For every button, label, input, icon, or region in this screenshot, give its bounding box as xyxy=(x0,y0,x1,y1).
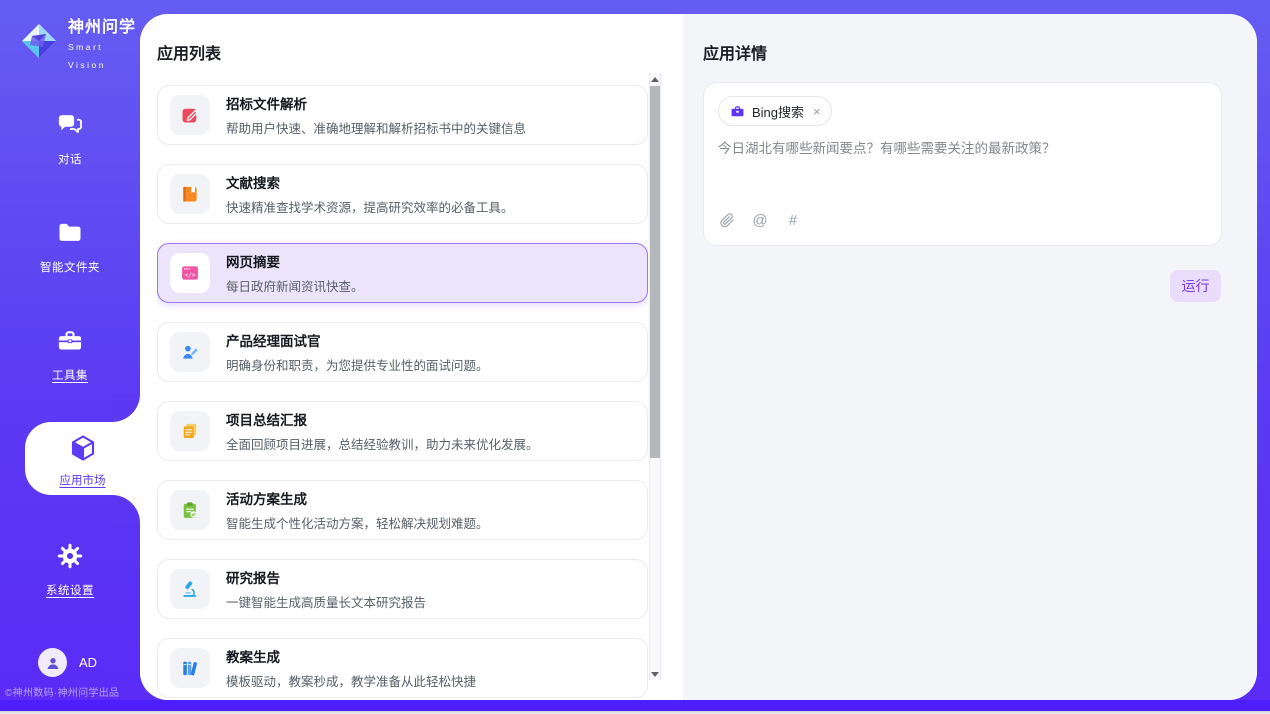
bottom-accent-bar xyxy=(0,700,1270,711)
scroll-down-arrow-icon[interactable] xyxy=(650,668,660,680)
app-desc: 一键智能生成高质量长文本研究报告 xyxy=(226,592,426,611)
sidebar-item-label: 应用市场 xyxy=(25,472,140,488)
hashtag-icon[interactable]: # xyxy=(784,211,802,229)
folder-icon xyxy=(0,219,140,252)
active-tab-curve-bottom xyxy=(112,495,140,523)
active-tab-curve-top xyxy=(112,394,140,422)
app-title: 网页摘要 xyxy=(226,251,364,271)
app-desc: 每日政府新闻资讯快查。 xyxy=(226,276,364,295)
app-window: 神州问学 Smart Vision 对话 智能文件夹 xyxy=(0,0,1270,714)
app-card-bid-document-parse[interactable]: 招标文件解析 帮助用户快速、准确地理解和解析招标书中的关键信息 xyxy=(157,85,648,145)
scrollbar[interactable] xyxy=(649,73,661,680)
app-card-literature-search[interactable]: 文献搜索 快速精准查找学术资源，提高研究效率的必备工具。 xyxy=(157,164,648,224)
sidebar: 神州问学 Smart Vision 对话 智能文件夹 xyxy=(0,0,140,700)
tool-tag-bing-search[interactable]: Bing搜索 × xyxy=(718,96,832,126)
book-icon xyxy=(170,174,210,214)
copyright-text: ©神州数码·神州问学出品 xyxy=(5,684,140,699)
paperclip-icon[interactable] xyxy=(718,211,736,229)
interviewer-icon xyxy=(170,332,210,372)
app-desc: 明确身份和职责，为您提供专业性的面试问题。 xyxy=(226,355,489,374)
briefcase-icon xyxy=(730,104,745,119)
edit-square-icon xyxy=(170,95,210,135)
brand-name: 神州问学 xyxy=(68,19,136,36)
brand-subtitle: Smart Vision xyxy=(68,42,106,70)
app-desc: 智能生成个性化活动方案，轻松解决规划难题。 xyxy=(226,513,489,532)
app-detail-title: 应用详情 xyxy=(703,40,767,64)
app-title: 招标文件解析 xyxy=(226,93,526,113)
user-account[interactable]: AD xyxy=(38,648,97,677)
sidebar-item-label: 系统设置 xyxy=(0,582,140,598)
brand-logo: 神州问学 Smart Vision xyxy=(18,13,140,73)
app-title: 研究报告 xyxy=(226,567,426,587)
app-list-title: 应用列表 xyxy=(157,40,221,64)
app-desc: 帮助用户快速、准确地理解和解析招标书中的关键信息 xyxy=(226,118,526,137)
app-detail-panel: 应用详情 Bing搜索 × xyxy=(683,14,1257,700)
close-icon[interactable]: × xyxy=(813,105,821,118)
run-button[interactable]: 运行 xyxy=(1170,270,1221,302)
sidebar-item-label: 对话 xyxy=(0,151,140,167)
app-title: 教案生成 xyxy=(226,646,476,666)
app-title: 文献搜索 xyxy=(226,172,514,192)
tool-tag-label: Bing搜索 xyxy=(752,102,804,121)
app-desc: 快速精准查找学术资源，提高研究效率的必备工具。 xyxy=(226,197,514,216)
app-card-lesson-plan[interactable]: 教案生成 模板驱动，教案秒成，教学准备从此轻松快捷 xyxy=(157,638,648,698)
sidebar-item-app-market[interactable]: 应用市场 xyxy=(25,422,140,495)
app-list: 招标文件解析 帮助用户快速、准确地理解和解析招标书中的关键信息 文献搜索 xyxy=(157,85,648,700)
mention-icon[interactable]: @ xyxy=(751,211,769,229)
diamond-logo-icon xyxy=(18,20,60,67)
app-card-pm-interviewer[interactable]: 产品经理面试官 明确身份和职责，为您提供专业性的面试问题。 xyxy=(157,322,648,382)
app-card-project-summary[interactable]: 项目总结汇报 全面回顾项目进展，总结经验教训，助力未来优化发展。 xyxy=(157,401,648,461)
app-card-web-summary[interactable]: </> 网页摘要 每日政府新闻资讯快查。 xyxy=(157,243,648,303)
avatar xyxy=(38,648,67,677)
query-input[interactable]: 今日湖北有哪些新闻要点？有哪些需要关注的最新政策？ xyxy=(718,139,1207,208)
app-desc: 模板驱动，教案秒成，教学准备从此轻松快捷 xyxy=(226,671,476,690)
books-icon xyxy=(170,648,210,688)
app-title: 项目总结汇报 xyxy=(226,409,539,429)
sidebar-item-label: 工具集 xyxy=(0,367,140,383)
user-name: AD xyxy=(79,655,97,670)
documents-icon xyxy=(170,411,210,451)
sidebar-item-label: 智能文件夹 xyxy=(0,259,140,275)
app-desc: 全面回顾项目进展，总结经验教训，助力未来优化发展。 xyxy=(226,434,539,453)
scroll-up-arrow-icon[interactable] xyxy=(650,73,660,85)
sidebar-item-toolset[interactable]: 工具集 xyxy=(0,327,140,383)
sidebar-item-smart-folder[interactable]: 智能文件夹 xyxy=(0,219,140,275)
main-container: 应用列表 招标文件解析 帮助用户快速、准确地理解和解析招标书中的关键信息 xyxy=(140,14,1257,700)
app-list-panel: 应用列表 招标文件解析 帮助用户快速、准确地理解和解析招标书中的关键信息 xyxy=(140,14,683,700)
app-card-research-report[interactable]: 研究报告 一键智能生成高质量长文本研究报告 xyxy=(157,559,648,619)
microscope-icon xyxy=(170,569,210,609)
sidebar-item-settings[interactable]: 系统设置 xyxy=(0,542,140,598)
browser-code-icon: </> xyxy=(170,253,210,293)
app-card-event-plan[interactable]: 活动方案生成 智能生成个性化活动方案，轻松解决规划难题。 xyxy=(157,480,648,540)
input-toolbar: @ # xyxy=(718,208,1207,232)
toolbox-icon xyxy=(0,327,140,360)
svg-text:</>: </> xyxy=(184,272,196,279)
sidebar-item-chat[interactable]: 对话 xyxy=(0,111,140,167)
scrollbar-thumb[interactable] xyxy=(650,86,660,458)
cube-icon xyxy=(25,433,140,468)
app-title: 产品经理面试官 xyxy=(226,330,489,350)
query-card: Bing搜索 × 今日湖北有哪些新闻要点？有哪些需要关注的最新政策？ @ # xyxy=(703,82,1222,246)
clipboard-check-icon xyxy=(170,490,210,530)
chat-icon xyxy=(0,111,140,144)
app-title: 活动方案生成 xyxy=(226,488,489,508)
gear-icon xyxy=(0,542,140,575)
